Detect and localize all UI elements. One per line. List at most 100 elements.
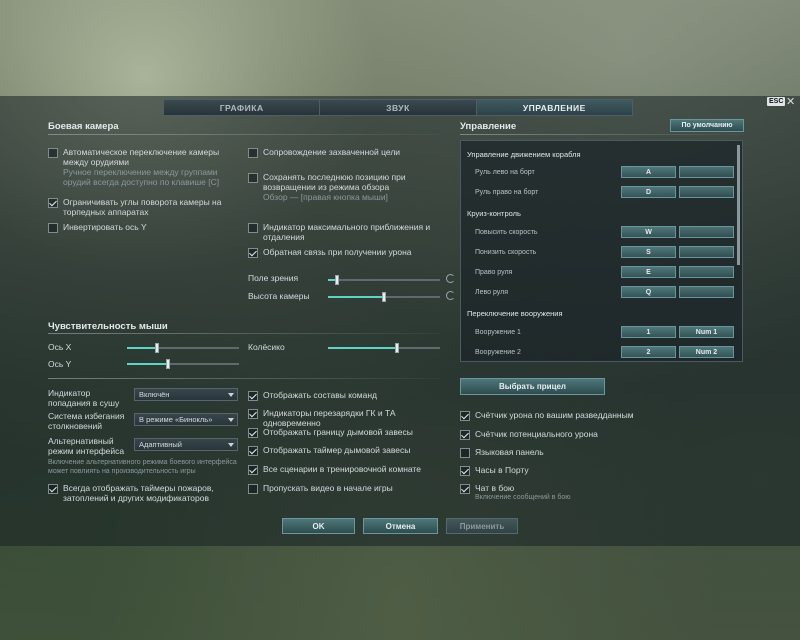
scrollbar[interactable]: [737, 145, 740, 265]
keybind-label: Руль лево на борт: [475, 169, 535, 176]
keybind-primary[interactable]: W: [621, 226, 676, 238]
reset-default-button[interactable]: По умолчанию: [670, 119, 744, 132]
checkbox-label: Инвертировать ось Y: [63, 222, 147, 232]
checkbox-smoke-timer[interactable]: Отображать таймер дымовой завесы: [248, 445, 448, 456]
divider: [48, 378, 440, 379]
keybind-secondary[interactable]: [679, 246, 734, 258]
keybind-secondary[interactable]: [679, 226, 734, 238]
slider-handle[interactable]: [334, 275, 339, 285]
slider-handle[interactable]: [155, 343, 160, 353]
checkbox-damage-counter[interactable]: Счётчик урона по вашим разведданным: [460, 410, 660, 421]
checkbox-box[interactable]: [248, 484, 258, 494]
keybind-primary[interactable]: D: [621, 186, 676, 198]
keybind-primary[interactable]: E: [621, 266, 676, 278]
checkbox-box[interactable]: [460, 484, 470, 494]
apply-button[interactable]: Применить: [446, 518, 518, 534]
checkbox-all-scenarios[interactable]: Все сценарии в тренировочной комнате: [248, 464, 448, 475]
tab-controls[interactable]: УПРАВЛЕНИЕ: [475, 99, 633, 116]
checkbox-box[interactable]: [48, 198, 58, 208]
close-icon[interactable]: ✕: [786, 95, 795, 108]
checkbox-box[interactable]: [248, 173, 258, 183]
checkbox-box[interactable]: [460, 411, 470, 421]
checkbox-skip-video[interactable]: Пропускать видео в начале игры: [248, 483, 448, 494]
hit-indicator-dropdown[interactable]: Включён: [134, 388, 238, 401]
axis-x-slider[interactable]: [127, 343, 239, 353]
chevron-down-icon: [228, 443, 234, 447]
checkbox-limit-torpedo-angles[interactable]: Ограничивать углы поворота камеры на тор…: [48, 197, 243, 217]
checkbox-box[interactable]: [248, 148, 258, 158]
checkbox-label: Пропускать видео в начале игры: [263, 483, 393, 493]
checkbox-box[interactable]: [248, 465, 258, 475]
checkbox-language-panel[interactable]: Языковая панель: [460, 447, 660, 458]
checkbox-box[interactable]: [460, 466, 470, 476]
fov-slider[interactable]: [328, 275, 440, 285]
keybind-primary[interactable]: 2: [621, 346, 676, 358]
checkbox-label: Отображать таймер дымовой завесы: [263, 445, 411, 455]
keybind-secondary[interactable]: Num 2: [679, 346, 734, 358]
checkbox-save-camera-position[interactable]: Сохранять последнюю позицию при возвраще…: [248, 172, 438, 202]
checkbox-label: Все сценарии в тренировочной комнате: [263, 464, 421, 474]
slider-handle[interactable]: [382, 292, 386, 302]
checkbox-box[interactable]: [248, 428, 258, 438]
reset-icon[interactable]: [446, 274, 455, 283]
keybind-primary[interactable]: 1: [621, 326, 676, 338]
keybind-secondary[interactable]: Num 1: [679, 326, 734, 338]
checkbox-box[interactable]: [248, 248, 258, 258]
axis-y-label: Ось Y: [48, 359, 72, 369]
checkbox-show-teams[interactable]: Отображать составы команд: [248, 390, 448, 401]
tab-graphics[interactable]: ГРАФИКА: [163, 99, 320, 116]
keybind-label: Понизить скорость: [475, 249, 537, 256]
keybind-secondary[interactable]: [679, 286, 734, 298]
keybind-secondary[interactable]: [679, 266, 734, 278]
checkbox-box[interactable]: [460, 430, 470, 440]
keybind-label: Вооружение 1: [475, 329, 521, 336]
keybind-secondary[interactable]: [679, 166, 734, 178]
checkbox-reload-indicators[interactable]: Индикаторы перезарядки ГК и ТА одновреме…: [248, 408, 448, 428]
select-sight-button[interactable]: Выбрать прицел: [460, 378, 605, 395]
keybind-primary[interactable]: Q: [621, 286, 676, 298]
keybind-primary[interactable]: S: [621, 246, 676, 258]
checkbox-label: Сохранять последнюю позицию при возвраще…: [263, 172, 406, 192]
checkbox-box[interactable]: [248, 223, 258, 233]
checkbox-zoom-indicator[interactable]: Индикатор максимального приближения и от…: [248, 222, 438, 242]
checkbox-smoke-border[interactable]: Отображать границу дымовой завесы: [248, 427, 448, 438]
checkbox-box[interactable]: [248, 391, 258, 401]
keybind-label: Лево руля: [475, 289, 509, 296]
checkbox-invert-y[interactable]: Инвертировать ось Y: [48, 222, 243, 233]
camera-height-slider[interactable]: [328, 292, 440, 302]
cancel-button[interactable]: Отмена: [363, 518, 438, 534]
wheel-slider[interactable]: [328, 343, 440, 353]
checkbox-label: Счётчик урона по вашим разведданным: [475, 410, 634, 420]
checkbox-track-target[interactable]: Сопровождение захваченной цели: [248, 147, 443, 158]
tab-sound[interactable]: ЗВУК: [319, 99, 476, 116]
checkbox-box[interactable]: [48, 148, 58, 158]
checkbox-box[interactable]: [460, 448, 470, 458]
axis-y-slider[interactable]: [127, 359, 239, 369]
checkbox-potential-damage[interactable]: Счётчик потенциального урона: [460, 429, 660, 440]
checkbox-battle-chat[interactable]: Чат в бою Включение сообщений в бою: [460, 483, 660, 503]
slider-handle[interactable]: [166, 359, 171, 369]
checkbox-auto-switch-camera[interactable]: Автоматическое переключение камеры между…: [48, 147, 243, 187]
section-title-battle-camera: Боевая камера: [48, 121, 119, 132]
ok-button[interactable]: OK: [282, 518, 355, 534]
dropdown-value: В режиме «Бинокль»: [139, 415, 213, 424]
checkbox-show-timers[interactable]: Всегда отображать таймеры пожаров, затоп…: [48, 483, 243, 503]
settings-tabs: ГРАФИКА ЗВУК УПРАВЛЕНИЕ: [163, 99, 633, 116]
keybind-primary[interactable]: A: [621, 166, 676, 178]
keybindings-panel[interactable]: Управление движением корабля Руль лево н…: [460, 140, 743, 362]
slider-fill: [328, 347, 398, 349]
group-header: Переключение вооружения: [467, 309, 563, 318]
checkbox-hint: Обзор — [правая кнопка мыши]: [263, 192, 388, 202]
checkbox-box[interactable]: [48, 484, 58, 494]
alt-interface-dropdown[interactable]: Адаптивный: [134, 438, 238, 451]
checkbox-box[interactable]: [248, 409, 258, 419]
collision-system-dropdown[interactable]: В режиме «Бинокль»: [134, 413, 238, 426]
keybind-secondary[interactable]: [679, 186, 734, 198]
slider-fill: [127, 363, 169, 365]
slider-handle[interactable]: [395, 343, 400, 353]
checkbox-port-clock[interactable]: Часы в Порту: [460, 465, 660, 476]
checkbox-damage-feedback[interactable]: Обратная связь при получении урона: [248, 247, 443, 258]
reset-icon[interactable]: [446, 291, 455, 300]
checkbox-box[interactable]: [248, 446, 258, 456]
checkbox-box[interactable]: [48, 223, 58, 233]
